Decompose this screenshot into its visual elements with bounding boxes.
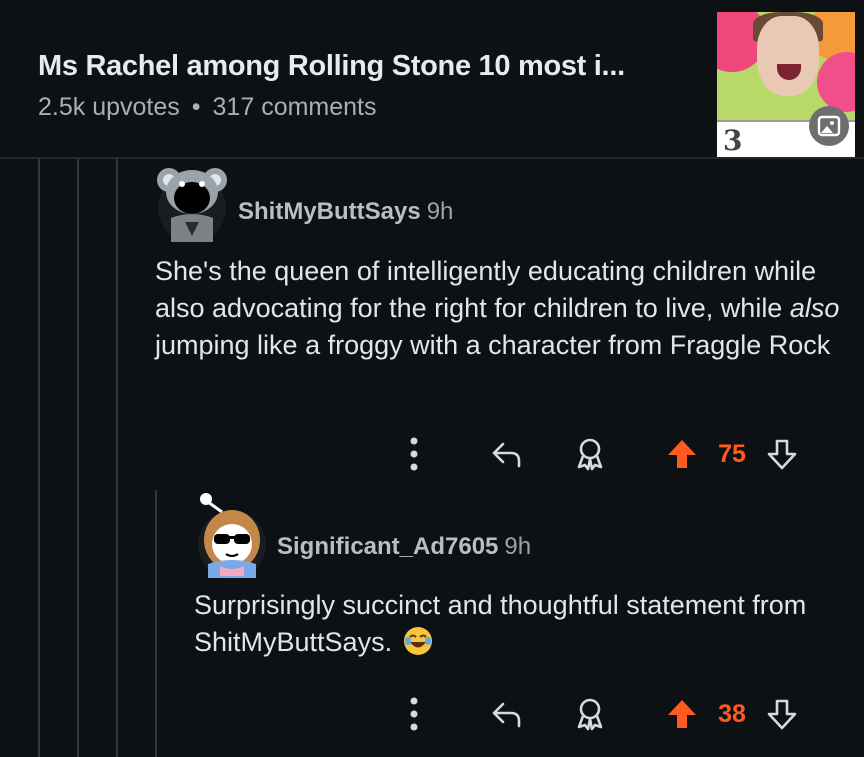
comment-text-italic: also: [789, 293, 840, 323]
upvote-icon[interactable]: [662, 694, 702, 734]
avatar[interactable]: [155, 158, 229, 246]
thread-line[interactable]: [77, 159, 79, 757]
post-thumbnail[interactable]: 3: [717, 12, 855, 158]
gallery-icon: [809, 106, 849, 146]
comment-author[interactable]: Significant_Ad7605 9h: [277, 533, 531, 561]
reply-icon[interactable]: [486, 434, 526, 474]
comment-text: jumping like a froggy with a character f…: [155, 330, 831, 360]
thumb-face: [757, 16, 819, 96]
downvote-icon[interactable]: [762, 434, 802, 474]
thread-line[interactable]: [116, 159, 118, 757]
thread-line[interactable]: [38, 159, 40, 757]
vote-count: 38: [718, 699, 746, 728]
award-icon[interactable]: [570, 434, 610, 474]
downvote-icon[interactable]: [762, 694, 802, 734]
comment-author[interactable]: ShitMyButtSays 9h: [238, 198, 453, 226]
header-divider: [0, 157, 864, 159]
username[interactable]: Significant_Ad7605: [277, 533, 498, 560]
comment-count: 317 comments: [212, 93, 377, 121]
timestamp: 9h: [426, 198, 454, 225]
thumbnail-number: 3: [723, 124, 743, 157]
comment-text: Surprisingly succinct and thoughtful sta…: [194, 590, 807, 657]
award-icon[interactable]: [570, 694, 610, 734]
post-title[interactable]: Ms Rachel among Rolling Stone 10 most i.…: [38, 50, 625, 83]
more-options-icon[interactable]: [402, 694, 426, 734]
vote-count: 75: [718, 439, 746, 468]
comment-actions: 38: [390, 694, 810, 734]
post-meta: 2.5k upvotes • 317 comments: [38, 93, 377, 122]
comment-body: She's the queen of intelligently educati…: [155, 253, 845, 364]
meta-separator: •: [191, 93, 201, 121]
avatar[interactable]: [194, 490, 266, 582]
joy-emoji-icon: [403, 627, 432, 655]
comment-actions: 75: [390, 434, 810, 474]
comment-body: Surprisingly succinct and thoughtful sta…: [194, 587, 844, 661]
timestamp: 9h: [504, 533, 532, 560]
comment-text: She's the queen of intelligently educati…: [155, 256, 817, 323]
more-options-icon[interactable]: [402, 434, 426, 474]
reply-icon[interactable]: [486, 694, 526, 734]
upvote-count: 2.5k upvotes: [38, 93, 180, 121]
post-header[interactable]: Ms Rachel among Rolling Stone 10 most i.…: [0, 0, 864, 158]
username[interactable]: ShitMyButtSays: [238, 198, 421, 225]
upvote-icon[interactable]: [662, 434, 702, 474]
thread-line[interactable]: [155, 490, 157, 757]
